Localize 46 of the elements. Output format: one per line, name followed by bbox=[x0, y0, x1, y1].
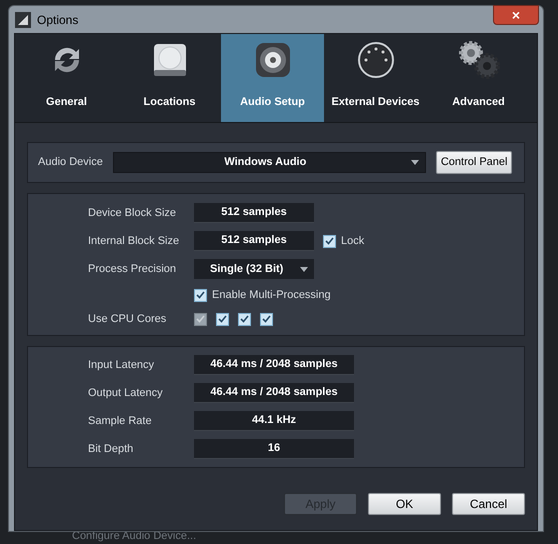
checkbox[interactable] bbox=[216, 312, 229, 326]
field-label: Bit Depth bbox=[88, 442, 134, 457]
field-label: Input Latency bbox=[88, 358, 156, 373]
field-label: Device Block Size bbox=[88, 206, 178, 221]
field-label: Internal Block Size bbox=[88, 234, 180, 249]
tab[interactable]: General bbox=[15, 34, 118, 122]
dialog-button[interactable]: OK bbox=[368, 493, 441, 515]
midi-port-icon bbox=[356, 40, 396, 80]
check-icon bbox=[325, 237, 334, 245]
dialog-button[interactable]: Cancel bbox=[452, 493, 525, 515]
check-icon bbox=[196, 291, 205, 299]
checkbox-label: Lock bbox=[341, 234, 364, 249]
check-icon bbox=[240, 315, 249, 323]
close-button[interactable]: × bbox=[493, 4, 539, 24]
caret-icon bbox=[300, 266, 308, 272]
checkbox-label: Enable Multi-Processing bbox=[212, 288, 331, 303]
field-label: Use CPU Cores bbox=[88, 312, 168, 327]
field-label: Process Precision bbox=[88, 262, 178, 277]
app-logo-icon bbox=[15, 12, 31, 28]
check-icon bbox=[262, 315, 271, 323]
value-field: 46.44 ms / 2048 samples bbox=[194, 383, 354, 403]
checkbox[interactable] bbox=[323, 234, 336, 248]
tab[interactable]: External Devices bbox=[324, 34, 427, 122]
caret-icon bbox=[410, 160, 419, 165]
value-field: 46.44 ms / 2048 samples bbox=[194, 355, 354, 375]
value-field: 512 samples bbox=[194, 203, 314, 223]
value-field: 16 bbox=[194, 439, 354, 459]
tab[interactable]: Advanced bbox=[427, 34, 530, 122]
field-label: Sample Rate bbox=[88, 414, 153, 429]
background-status-text: Configure Audio Device... bbox=[72, 529, 196, 544]
control-panel-button[interactable]: Control Panel bbox=[436, 151, 512, 174]
value-field: 44.1 kHz bbox=[194, 411, 354, 431]
checkbox[interactable] bbox=[260, 312, 273, 326]
tab[interactable]: Audio Setup bbox=[221, 34, 324, 122]
dropdown[interactable]: Windows Audio bbox=[112, 152, 426, 173]
check-icon bbox=[196, 315, 205, 323]
field-label: Output Latency bbox=[88, 386, 164, 401]
field-label: Audio Device bbox=[38, 155, 103, 170]
check-icon bbox=[218, 315, 227, 323]
tab[interactable]: Locations bbox=[118, 34, 221, 122]
checkbox[interactable] bbox=[194, 288, 207, 302]
dropdown[interactable]: Single (32 Bit) bbox=[194, 259, 314, 279]
checkbox[interactable] bbox=[238, 312, 251, 326]
window-title: Options bbox=[37, 12, 78, 28]
gears-icon bbox=[456, 40, 500, 80]
value-field: 512 samples bbox=[194, 231, 314, 251]
